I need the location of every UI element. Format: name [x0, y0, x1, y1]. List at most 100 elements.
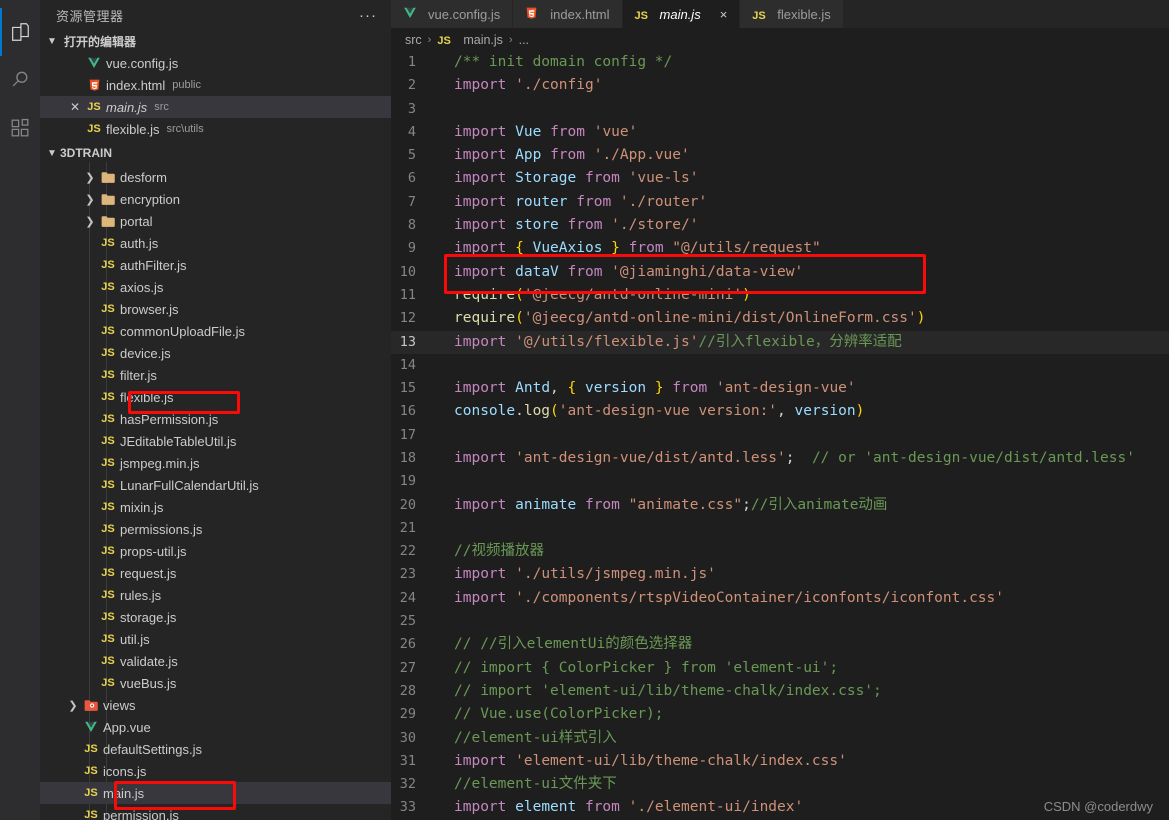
- chevron-right-icon[interactable]: ❯: [65, 699, 81, 712]
- open-editors-section-header[interactable]: ▼ 打开的编辑器: [40, 30, 391, 52]
- tree-item-label: filter.js: [120, 367, 157, 383]
- code-line: 31 import 'element-ui/lib/theme-chalk/ind…: [391, 750, 1169, 773]
- explorer-more-actions-button[interactable]: ···: [359, 8, 377, 23]
- code-line: 13 import '@/utils/flexible.js'//引入flexib…: [391, 330, 1169, 354]
- code-line: 17: [391, 424, 1169, 447]
- code-line: 30 //element-ui样式引入: [391, 727, 1169, 750]
- open-editor-path: src: [154, 101, 169, 113]
- line-number: 28: [399, 682, 416, 699]
- tree-item-desform[interactable]: ❯ desform: [40, 166, 391, 188]
- tree-item-props-util-js[interactable]: JS props-util.js: [40, 540, 391, 562]
- js-icon: JS: [101, 259, 115, 271]
- tree-item-label: main.js: [103, 785, 145, 801]
- code-line-text: import { VueAxios } from "@/utils/reques…: [454, 240, 821, 257]
- js-icon: JS: [101, 281, 115, 293]
- open-editor-item[interactable]: index.html public: [40, 74, 391, 96]
- chevron-right-icon[interactable]: ❯: [82, 171, 98, 184]
- code-line-text: import App from './App.vue': [454, 147, 690, 164]
- editor-tab-flexible-js[interactable]: JS flexible.js: [740, 0, 844, 29]
- tree-item-portal[interactable]: ❯ portal: [40, 210, 391, 232]
- tree-item-auth-js[interactable]: JS auth.js: [40, 232, 391, 254]
- code-line-text: import 'ant-design-vue/dist/antd.less'; …: [454, 449, 1135, 466]
- tab-close-icon[interactable]: ×: [720, 7, 728, 22]
- chevron-right-icon[interactable]: ❯: [82, 193, 98, 206]
- tree-item-commonuploadfile-js[interactable]: JS commonUploadFile.js: [40, 320, 391, 342]
- open-editor-item[interactable]: JS flexible.js src\utils: [40, 118, 391, 140]
- js-icon: JS: [101, 633, 115, 645]
- line-number: 1: [407, 53, 416, 70]
- project-section-header[interactable]: ▼ 3DTRAIN: [40, 144, 391, 162]
- tree-item-storage-js[interactable]: JS storage.js: [40, 606, 391, 628]
- line-number: 3: [407, 100, 416, 117]
- tree-item-device-js[interactable]: JS device.js: [40, 342, 391, 364]
- open-editor-item[interactable]: ✕ JS main.js src: [40, 96, 391, 118]
- tree-item-label: auth.js: [120, 235, 159, 251]
- tree-item-jsmpeg-min-js[interactable]: JS jsmpeg.min.js: [40, 452, 391, 474]
- code-line: 2 import './config': [391, 74, 1169, 97]
- activity-explorer-button[interactable]: [0, 8, 40, 56]
- code-line: 14: [391, 354, 1169, 377]
- tree-item-validate-js[interactable]: JS validate.js: [40, 650, 391, 672]
- code-editor[interactable]: 1 /** init domain config */ 2 import './con…: [391, 51, 1169, 820]
- tree-item-jeditabletableutil-js[interactable]: JS JEditableTableUtil.js: [40, 430, 391, 452]
- code-line-text: import Antd, { version } from 'ant-desig…: [454, 380, 856, 397]
- tree-item-authfilter-js[interactable]: JS authFilter.js: [40, 254, 391, 276]
- tab-label: index.html: [550, 6, 610, 22]
- js-icon: JS: [101, 391, 115, 403]
- editor-tab-vue-config-js[interactable]: vue.config.js: [391, 0, 514, 29]
- tree-item-encryption[interactable]: ❯ encryption: [40, 188, 391, 210]
- tree-item-request-js[interactable]: JS request.js: [40, 562, 391, 584]
- line-number: 8: [407, 217, 416, 234]
- breadcrumb-item[interactable]: ...: [519, 33, 529, 47]
- extensions-icon: [9, 117, 31, 139]
- code-line-text: import store from './store/': [454, 217, 699, 234]
- breadcrumb-separator: ›: [508, 33, 513, 46]
- tree-item-app-vue[interactable]: App.vue: [40, 716, 391, 738]
- tree-item-util-js[interactable]: JS util.js: [40, 628, 391, 650]
- code-line-text: import Vue from 'vue': [454, 123, 638, 140]
- line-number: 23: [399, 566, 416, 583]
- tree-item-filter-js[interactable]: JS filter.js: [40, 364, 391, 386]
- close-icon[interactable]: ✕: [66, 100, 84, 114]
- tree-item-icons-js[interactable]: JS icons.js: [40, 760, 391, 782]
- tree-item-permissions-js[interactable]: JS permissions.js: [40, 518, 391, 540]
- code-line-text: //视频播放器: [454, 543, 544, 560]
- activity-extensions-button[interactable]: [0, 104, 40, 152]
- line-number: 25: [399, 613, 416, 630]
- tree-item-mixin-js[interactable]: JS mixin.js: [40, 496, 391, 518]
- tree-item-axios-js[interactable]: JS axios.js: [40, 276, 391, 298]
- code-line-text: // Vue.use(ColorPicker);: [454, 706, 664, 723]
- tree-item-label: views: [103, 697, 136, 713]
- breadcrumb-item[interactable]: main.js: [463, 33, 503, 47]
- tree-item-permission-js[interactable]: JS permission.js: [40, 804, 391, 820]
- vue-icon: [84, 56, 104, 70]
- js-icon: JS: [101, 523, 115, 535]
- code-line: 5 import App from './App.vue': [391, 144, 1169, 167]
- code-line: 10 import dataV from '@jiaminghi/data-vie…: [391, 261, 1169, 284]
- tree-item-defaultsettings-js[interactable]: JS defaultSettings.js: [40, 738, 391, 760]
- js-icon: JS: [101, 479, 115, 491]
- tree-item-main-js[interactable]: JS main.js: [40, 782, 391, 804]
- chevron-right-icon[interactable]: ❯: [82, 215, 98, 228]
- code-line-text: import Storage from 'vue-ls': [454, 170, 699, 187]
- chevron-down-icon: ▼: [47, 147, 57, 159]
- tree-item-label: LunarFullCalendarUtil.js: [120, 477, 259, 493]
- tree-item-rules-js[interactable]: JS rules.js: [40, 584, 391, 606]
- tree-item-label: commonUploadFile.js: [120, 323, 245, 339]
- tree-item-vuebus-js[interactable]: JS vueBus.js: [40, 672, 391, 694]
- tree-item-browser-js[interactable]: JS browser.js: [40, 298, 391, 320]
- js-icon: JS: [752, 9, 766, 22]
- activity-search-button[interactable]: [0, 56, 40, 104]
- js-icon: JS: [84, 787, 98, 799]
- folder-icon: [98, 215, 118, 228]
- tree-item-haspermission-js[interactable]: JS hasPermission.js: [40, 408, 391, 430]
- tree-item-flexible-js[interactable]: JS flexible.js: [40, 386, 391, 408]
- editor-tab-index-html[interactable]: index.html: [513, 0, 623, 29]
- js-icon: JS: [101, 457, 115, 469]
- tree-item-lunarfullcalendarutil-js[interactable]: JS LunarFullCalendarUtil.js: [40, 474, 391, 496]
- editor-tab-main-js[interactable]: JS main.js ×: [622, 0, 741, 29]
- breadcrumb-item[interactable]: src: [405, 33, 422, 47]
- chevron-down-icon: ▼: [47, 35, 57, 47]
- tree-item-views[interactable]: ❯ views: [40, 694, 391, 716]
- open-editor-item[interactable]: vue.config.js: [40, 52, 391, 74]
